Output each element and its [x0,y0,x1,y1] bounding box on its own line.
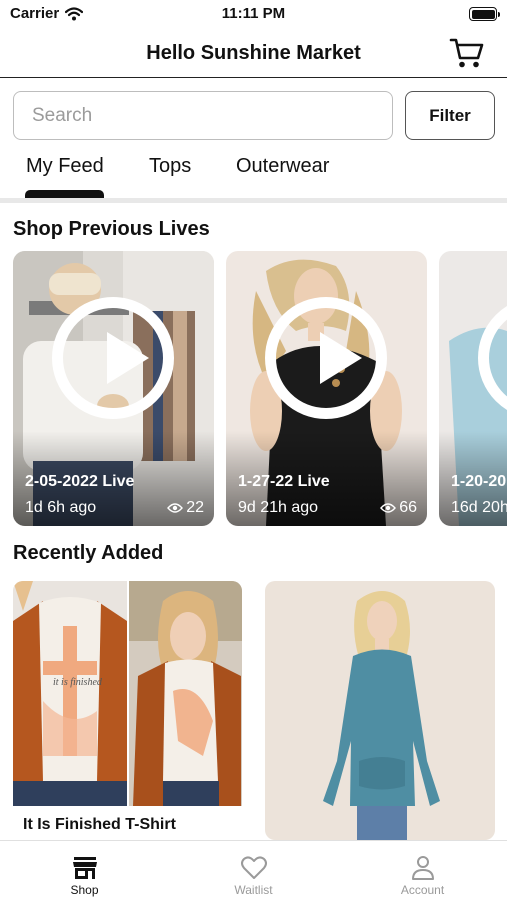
status-bar: Carrier 11:11 PM [0,0,507,30]
product-image: it is finished [13,581,242,806]
tab-tops[interactable]: Tops [149,155,191,178]
tab-bar-label: Waitlist [234,883,273,897]
tab-bar-item-shop[interactable]: Shop [0,841,169,900]
person-icon [411,856,434,880]
eye-icon [380,503,397,513]
bottom-tab-bar: Shop Waitlist Account [0,840,507,900]
view-count-value: 22 [186,499,204,516]
section-title-recently-added: Recently Added [13,542,164,564]
play-icon[interactable] [265,297,387,419]
live-card[interactable]: 2-05-2022 Live 1d 6h ago 22 [13,251,214,526]
product-image [265,581,495,840]
product-card[interactable] [265,581,495,840]
live-view-count: 22 [167,499,204,517]
tab-bar-item-waitlist[interactable]: Waitlist [169,841,338,900]
heart-icon [240,856,267,879]
live-time-ago: 1d 6h ago [25,499,97,516]
filter-button[interactable]: Filter [405,91,495,140]
page-title: Hello Sunshine Market [146,42,361,64]
tab-bar-item-account[interactable]: Account [338,841,507,900]
storefront-icon [72,857,97,879]
live-view-count: 66 [380,499,417,517]
category-tabs: My Feed Tops Outerwear [0,152,507,200]
tab-bar-label: Account [400,883,445,897]
tab-bar-label: Shop [70,883,99,897]
cart-icon[interactable] [449,36,485,70]
status-time: 11:11 PM [221,5,286,22]
search-input[interactable] [13,91,393,140]
live-time-ago: 16d 20h [451,499,507,516]
section-title-previous-lives: Shop Previous Lives [13,218,210,240]
eye-icon [167,503,184,513]
tab-outerwear[interactable]: Outerwear [236,155,329,178]
view-count-value: 66 [399,499,417,516]
tab-my-feed[interactable]: My Feed [26,155,104,178]
live-card[interactable]: 1-27-22 Live 9d 21h ago 66 [226,251,427,526]
nav-bar: Hello Sunshine Market [0,30,507,78]
product-card[interactable]: it is finished It Is Finished T-Shirt [13,581,242,840]
shirt-print-text: it is finished [53,677,103,688]
tabs-divider [0,198,507,203]
live-time-ago: 9d 21h ago [238,499,319,516]
product-name: It Is Finished T-Shirt [23,816,176,833]
play-icon[interactable] [52,297,174,419]
live-title: 1-20-20 [451,473,507,490]
live-title: 2-05-2022 Live [25,473,135,490]
live-card[interactable]: 1-20-20 16d 20h [439,251,507,526]
battery-icon [469,7,500,21]
live-title: 1-27-22 Live [238,473,330,490]
